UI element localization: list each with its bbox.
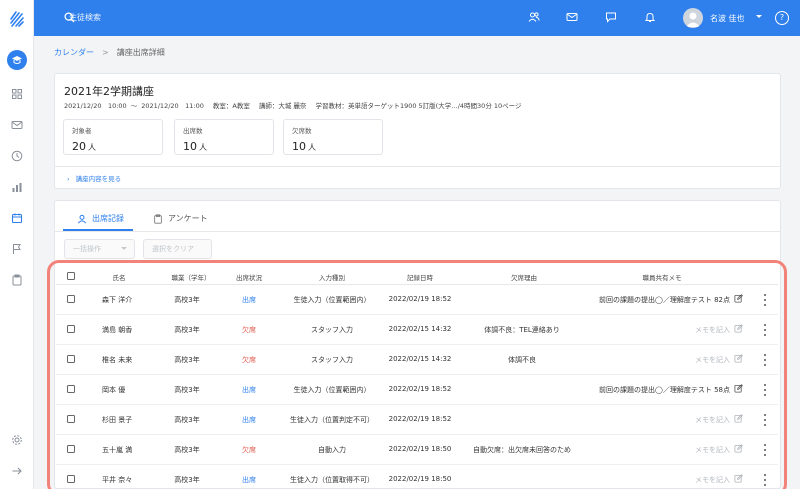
nav-clock-icon[interactable] <box>9 148 25 164</box>
stat-unit: 人 <box>199 143 207 152</box>
bulk-action-dropdown[interactable]: 一括操作 <box>64 239 135 259</box>
chevron-right-icon: › <box>67 175 70 183</box>
chevron-down-icon[interactable] <box>756 15 762 18</box>
nav-clipboard-icon[interactable] <box>9 272 25 288</box>
table-highlight-outline <box>47 260 787 489</box>
sidebar <box>0 0 34 489</box>
person-icon <box>77 214 87 223</box>
course-material: 学習教材：英単語ターゲット1900 5訂版(大学…/4時間30分 10ページ <box>315 102 522 110</box>
help-icon[interactable]: ? <box>775 11 789 25</box>
chat-icon[interactable] <box>605 11 619 25</box>
stat-unit: 人 <box>88 143 96 152</box>
stat-label: 対象者 <box>72 127 92 135</box>
stat-label: 欠席数 <box>292 127 312 135</box>
bell-icon[interactable] <box>644 11 658 25</box>
clear-selection-label: 選択をクリア <box>152 245 194 253</box>
tab-attendance-label: 出席記録 <box>92 214 124 223</box>
show-more-label: 講座内容を見る <box>75 175 122 183</box>
course-info-card: 2021年2学期講座 2021/12/20 10:00 〜 2021/12/20 1… <box>54 73 781 189</box>
course-teacher: 講師：大城 麗奈 <box>258 102 307 110</box>
divider <box>55 231 780 232</box>
mail-icon[interactable] <box>566 11 580 25</box>
course-tilde: 〜 <box>130 102 138 110</box>
breadcrumb-current: 講座出席詳細 <box>116 48 165 57</box>
chevron-down-icon <box>121 247 127 250</box>
stat-value: 20 <box>72 140 86 153</box>
user-name[interactable]: 名波 佳也 <box>710 13 745 24</box>
stat-target: 対象者 20 人 <box>63 119 163 155</box>
nav-calendar-icon[interactable] <box>9 210 25 226</box>
stat-present: 出席数 10 人 <box>174 119 274 155</box>
stat-absent: 欠席数 10 人 <box>283 119 383 155</box>
nav-flag-icon[interactable] <box>9 241 25 257</box>
show-course-details-link[interactable]: › 講座内容を見る <box>67 173 121 183</box>
page-title: 2021年2学期講座 <box>64 85 154 98</box>
breadcrumb-calendar-link[interactable]: カレンダー <box>54 48 94 57</box>
clear-selection-button[interactable]: 選択をクリア <box>143 239 212 259</box>
breadcrumb-separator: > <box>102 48 109 57</box>
app-logo[interactable] <box>9 10 25 28</box>
course-start: 2021/12/20 10:00 <box>64 102 127 110</box>
settings-gear-icon[interactable] <box>9 432 25 448</box>
divider <box>55 166 780 167</box>
course-end: 2021/12/20 11:00 <box>141 102 204 110</box>
course-classroom: 教室：A教室 <box>212 102 250 110</box>
tab-attendance[interactable]: 出席記録 <box>77 213 124 224</box>
tab-survey[interactable]: アンケート <box>153 213 208 224</box>
top-bar: 生徒検索 名波 佳也 ? <box>34 0 800 36</box>
avatar[interactable] <box>683 8 703 28</box>
breadcrumb: カレンダー > 講座出席詳細 <box>54 47 165 58</box>
stat-value: 10 <box>183 140 197 153</box>
clipboard-icon <box>154 213 162 224</box>
search-input[interactable]: 生徒検索 <box>69 12 101 23</box>
users-icon[interactable] <box>528 11 542 25</box>
nav-chart-icon[interactable] <box>9 179 25 195</box>
course-meta: 2021/12/20 10:00 〜 2021/12/20 11:00 教室：A教室講… <box>64 100 531 110</box>
tab-survey-label: アンケート <box>168 214 208 223</box>
nav-mail-icon[interactable] <box>9 117 25 133</box>
logout-arrow-icon[interactable] <box>9 463 25 479</box>
nav-dashboard-icon[interactable] <box>9 86 25 102</box>
nav-course-icon[interactable] <box>7 50 27 70</box>
stat-unit: 人 <box>308 143 316 152</box>
stat-value: 10 <box>292 140 306 153</box>
stat-label: 出席数 <box>183 127 203 135</box>
bulk-action-label: 一括操作 <box>73 245 101 253</box>
